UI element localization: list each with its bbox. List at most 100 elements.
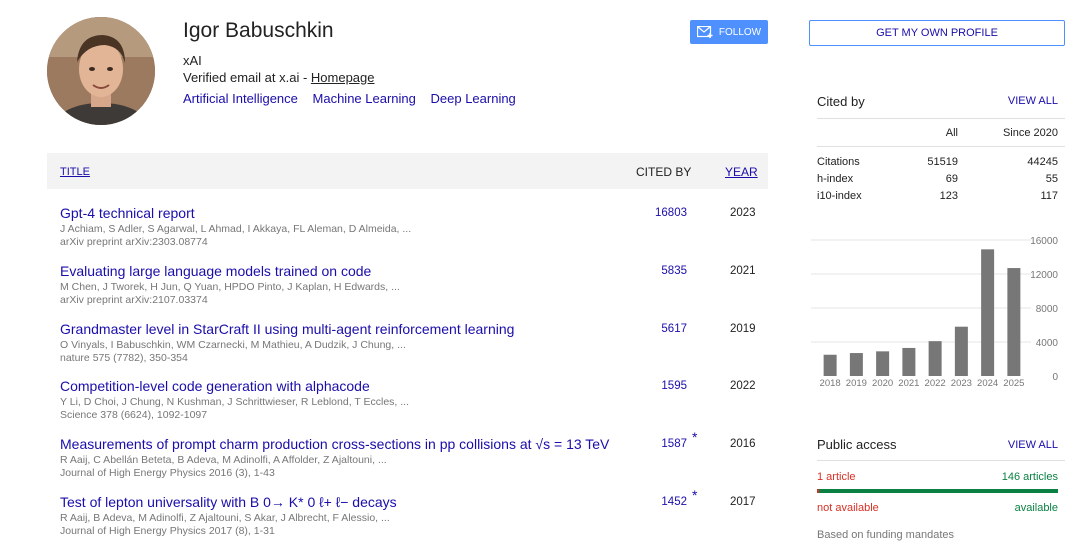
- interest-link-machine-learning[interactable]: Machine Learning: [313, 91, 416, 106]
- y-tick-label: 12000: [1030, 270, 1058, 281]
- cited-by-view-all-link[interactable]: VIEW ALL: [1008, 95, 1058, 107]
- paper-authors: O Vinyals, I Babuschkin, WM Czarnecki, M…: [60, 339, 406, 351]
- y-tick-label: 8000: [1036, 304, 1059, 315]
- paper-title-link[interactable]: Gpt-4 technical report: [60, 205, 195, 221]
- stat-label: Citations: [817, 156, 860, 168]
- citations-per-year-chart: 16000 12000 8000 4000 0 2018 2019 2020 2021 2022 2…: [811, 236, 1059, 389]
- chart-bar: [954, 326, 968, 376]
- cited-by-count-link[interactable]: 5835: [661, 265, 687, 277]
- public-access-view-all-link[interactable]: VIEW ALL: [1008, 439, 1058, 451]
- public-access-bar: [817, 489, 1058, 493]
- paper-venue: arXiv preprint arXiv:2303.08774: [60, 236, 208, 248]
- interest-link-deep-learning[interactable]: Deep Learning: [431, 91, 516, 106]
- stat-label: h-index: [817, 173, 854, 185]
- paper-authors: J Achiam, S Adler, S Agarwal, L Ahmad, I…: [60, 223, 412, 235]
- table-row: Measurements of prompt charm production …: [47, 429, 768, 492]
- follow-button-label: FOLLOW: [718, 26, 762, 38]
- profile-name: Igor Babuschkin: [183, 19, 334, 42]
- table-row: Evaluating large language models trained…: [47, 263, 768, 319]
- interest-link-artificial-intelligence[interactable]: Artificial Intelligence: [183, 91, 298, 106]
- table-row: Test of lepton universality with B 0→ K*…: [47, 487, 768, 547]
- x-tick-label: 2025: [1003, 378, 1024, 389]
- stats-row-citations: Citations 51519 44245: [817, 156, 1058, 172]
- sort-by-year-header[interactable]: YEAR: [725, 165, 758, 179]
- public-access-bar-unavailable: [817, 489, 819, 493]
- cited-by-count-link[interactable]: 16803: [655, 207, 687, 219]
- stats-column-since: Since 2020: [1002, 127, 1058, 139]
- x-tick-label: 2023: [951, 378, 972, 389]
- stat-since: 44245: [1027, 156, 1058, 168]
- publications-table-header: TITLE CITED BY YEAR: [47, 153, 768, 189]
- paper-authors: M Chen, J Tworek, H Jun, Q Yuan, HPDO Pi…: [60, 281, 400, 293]
- available-articles-link[interactable]: 146 articles: [1002, 471, 1058, 483]
- paper-venue: arXiv preprint arXiv:2107.03374: [60, 294, 208, 306]
- unavailable-articles-link[interactable]: 1 article: [817, 471, 856, 483]
- homepage-link[interactable]: Homepage: [311, 70, 375, 85]
- table-row: Competition-level code generation with a…: [47, 378, 768, 434]
- chart-bar: [981, 249, 995, 376]
- cited-by-title: Cited by: [817, 94, 865, 109]
- paper-title-link[interactable]: Measurements of prompt charm production …: [60, 436, 609, 452]
- paper-title-link[interactable]: Evaluating large language models trained…: [60, 263, 371, 279]
- sort-by-title-header[interactable]: TITLE: [60, 166, 90, 178]
- profile-affiliation: xAI: [183, 53, 202, 68]
- cited-by-count-link[interactable]: 1452: [661, 496, 687, 508]
- chart-bar: [849, 353, 863, 376]
- paper-authors: R Aaij, B Adeva, M Adinolfi, Z Ajaltouni…: [60, 512, 390, 524]
- stat-since: 55: [1045, 173, 1058, 185]
- x-tick-label: 2020: [872, 378, 893, 389]
- paper-year: 2021: [730, 265, 756, 277]
- merged-citation-star[interactable]: *: [692, 429, 697, 445]
- paper-year: 2023: [730, 207, 756, 219]
- paper-year: 2022: [730, 380, 756, 392]
- chart-bar: [823, 354, 837, 376]
- table-row: Gpt-4 technical report J Achiam, S Adler…: [47, 205, 768, 261]
- chart-bar: [1007, 268, 1021, 376]
- verified-email-text: Verified email at x.ai -: [183, 70, 311, 85]
- stat-since: 117: [1040, 190, 1058, 202]
- paper-authors: R Aaij, C Abellán Beteta, B Adeva, M Adi…: [60, 454, 387, 466]
- paper-title-link[interactable]: Competition-level code generation with a…: [60, 378, 370, 394]
- divider: [817, 460, 1065, 461]
- stat-all: 51519: [927, 156, 958, 168]
- stats-row-i10-index: i10-index 123 117: [817, 190, 1058, 206]
- paper-venue: nature 575 (7782), 350-354: [60, 352, 188, 364]
- chart-bar: [876, 351, 890, 376]
- merged-citation-star[interactable]: *: [692, 487, 697, 503]
- table-row: Grandmaster level in StarCraft II using …: [47, 321, 768, 377]
- x-tick-label: 2019: [846, 378, 867, 389]
- cited-by-count-link[interactable]: 5617: [661, 323, 687, 335]
- y-tick-label: 16000: [1030, 236, 1058, 247]
- profile-photo: [47, 17, 155, 125]
- paper-venue: Journal of High Energy Physics 2017 (8),…: [60, 525, 275, 537]
- profile-verified-email: Verified email at x.ai - Homepage: [183, 70, 375, 85]
- mail-plus-icon: [696, 26, 713, 38]
- x-tick-label: 2018: [820, 378, 841, 389]
- stats-row-h-index: h-index 69 55: [817, 173, 1058, 189]
- paper-year: 2017: [730, 496, 756, 508]
- stat-all: 69: [945, 173, 958, 185]
- research-interests: Artificial Intelligence Machine Learning…: [183, 91, 527, 106]
- follow-button[interactable]: FOLLOW: [690, 20, 768, 44]
- cited-by-header[interactable]: CITED BY: [636, 165, 691, 179]
- paper-year: 2016: [730, 438, 756, 450]
- paper-venue: Science 378 (6624), 1092-1097: [60, 409, 208, 421]
- available-label: available: [1014, 502, 1058, 514]
- cited-by-count-link[interactable]: 1587: [661, 438, 687, 450]
- paper-title-link[interactable]: Test of lepton universality with B 0→ K*…: [60, 494, 397, 510]
- x-tick-label: 2024: [977, 378, 998, 389]
- paper-title-link[interactable]: Grandmaster level in StarCraft II using …: [60, 321, 514, 337]
- paper-year: 2019: [730, 323, 756, 335]
- stats-column-all: All: [945, 127, 958, 139]
- funding-mandates-note: Based on funding mandates: [817, 529, 954, 541]
- cited-by-count-link[interactable]: 1595: [661, 380, 687, 392]
- get-own-profile-button[interactable]: GET MY OWN PROFILE: [809, 20, 1065, 46]
- divider: [817, 146, 1065, 147]
- chart-bar: [928, 341, 942, 376]
- paper-venue: Journal of High Energy Physics 2016 (3),…: [60, 467, 275, 479]
- divider: [817, 118, 1065, 119]
- not-available-label: not available: [817, 502, 879, 514]
- chart-bar: [902, 347, 916, 376]
- public-access-title: Public access: [817, 437, 897, 452]
- x-tick-label: 2022: [925, 378, 946, 389]
